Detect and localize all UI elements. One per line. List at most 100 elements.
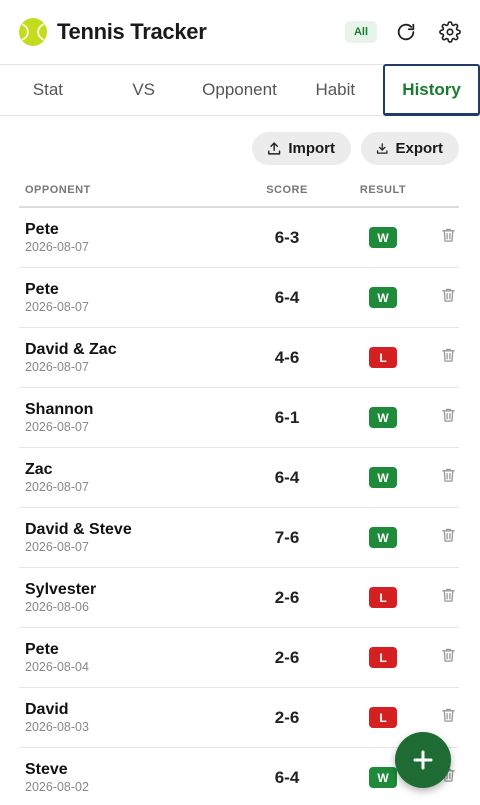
table-row[interactable]: Pete 2026-08-04 2-6 L <box>19 628 459 688</box>
table-body: Pete 2026-08-07 6-3 W Pete 2026-08-07 6-4 W Davi… <box>19 208 459 805</box>
tab-habit[interactable]: Habit <box>287 65 383 115</box>
history-table: OPPONENT SCORE RESULT Pete 2026-08-07 6-3 W… <box>19 184 459 805</box>
refresh-icon[interactable] <box>394 20 418 44</box>
match-score: 6-3 <box>274 227 300 247</box>
header-result: RESULT <box>359 184 407 196</box>
trash-icon[interactable] <box>441 227 456 248</box>
result-badge: W <box>369 287 397 308</box>
opponent-name: David & Steve <box>25 521 132 538</box>
delete-cell <box>439 587 459 608</box>
trash-icon[interactable] <box>441 587 456 608</box>
result-badge: W <box>369 527 397 548</box>
match-date: 2026-08-07 <box>25 420 89 434</box>
filter-badge[interactable]: All <box>344 21 377 43</box>
match-date: 2026-08-04 <box>25 660 89 674</box>
opponent-name: David <box>25 701 69 718</box>
opponent-name: Zac <box>25 461 53 478</box>
opponent-name: Pete <box>25 221 59 238</box>
tab-bar: Stat VS Opponent Habit History <box>0 64 480 116</box>
import-label: Import <box>288 140 335 157</box>
result-cell: W <box>327 227 439 248</box>
opponent-cell: Shannon 2026-08-07 <box>25 400 247 435</box>
match-date: 2026-08-07 <box>25 240 89 254</box>
match-score: 6-4 <box>274 767 300 787</box>
trash-icon[interactable] <box>441 527 456 548</box>
match-score: 6-4 <box>274 287 300 307</box>
gear-icon[interactable] <box>438 20 462 44</box>
result-cell: L <box>327 647 439 668</box>
result-cell: W <box>327 527 439 548</box>
match-date: 2026-08-07 <box>25 300 89 314</box>
tab-stat[interactable]: Stat <box>0 65 96 115</box>
result-badge: W <box>369 467 397 488</box>
trash-icon[interactable] <box>441 287 456 308</box>
delete-cell <box>439 527 459 548</box>
tab-history[interactable]: History <box>383 64 480 116</box>
match-score: 6-1 <box>274 407 300 427</box>
add-match-button[interactable] <box>395 732 451 788</box>
header-score: SCORE <box>266 184 308 196</box>
opponent-cell: Steve 2026-08-02 <box>25 760 247 795</box>
result-badge: W <box>369 407 397 428</box>
match-date: 2026-08-06 <box>25 600 89 614</box>
trash-icon[interactable] <box>441 347 456 368</box>
result-badge: L <box>369 587 397 608</box>
opponent-name: Shannon <box>25 401 94 418</box>
tennis-ball-icon <box>19 18 47 46</box>
table-row[interactable]: Shannon 2026-08-07 6-1 W <box>19 388 459 448</box>
table-row[interactable]: Pete 2026-08-07 6-4 W <box>19 268 459 328</box>
delete-cell <box>439 707 459 728</box>
export-button[interactable]: Export <box>361 132 459 165</box>
opponent-cell: David & Steve 2026-08-07 <box>25 520 247 555</box>
opponent-name: David & Zac <box>25 341 117 358</box>
header-opponent: OPPONENT <box>25 184 91 196</box>
delete-cell <box>439 227 459 248</box>
match-date: 2026-08-07 <box>25 360 89 374</box>
result-cell: L <box>327 587 439 608</box>
trash-icon[interactable] <box>441 467 456 488</box>
table-row[interactable]: Pete 2026-08-07 6-3 W <box>19 208 459 268</box>
opponent-cell: Pete 2026-08-07 <box>25 220 247 255</box>
export-label: Export <box>395 140 443 157</box>
trash-icon[interactable] <box>441 647 456 668</box>
result-cell: W <box>327 407 439 428</box>
delete-cell <box>439 647 459 668</box>
opponent-cell: David 2026-08-03 <box>25 700 247 735</box>
app-title: Tennis Tracker <box>57 19 207 44</box>
import-button[interactable]: Import <box>252 132 351 165</box>
table-row[interactable]: Sylvester 2026-08-06 2-6 L <box>19 568 459 628</box>
trash-icon[interactable] <box>441 407 456 428</box>
table-row[interactable]: David & Steve 2026-08-07 7-6 W <box>19 508 459 568</box>
delete-cell <box>439 467 459 488</box>
match-date: 2026-08-07 <box>25 480 89 494</box>
action-bar: Import Export <box>0 116 480 184</box>
table-row[interactable]: Zac 2026-08-07 6-4 W <box>19 448 459 508</box>
plus-icon <box>413 750 433 770</box>
table-row[interactable]: David & Zac 2026-08-07 4-6 L <box>19 328 459 388</box>
delete-cell <box>439 347 459 368</box>
tab-vs[interactable]: VS <box>96 65 192 115</box>
trash-icon[interactable] <box>441 707 456 728</box>
match-score: 2-6 <box>274 587 300 607</box>
result-cell: L <box>327 707 439 728</box>
match-score: 7-6 <box>274 527 300 547</box>
opponent-name: Steve <box>25 761 68 778</box>
match-score: 2-6 <box>274 707 300 727</box>
table-row[interactable]: Steve 2026-08-02 6-4 W <box>19 748 459 805</box>
opponent-cell: Pete 2026-08-04 <box>25 640 247 675</box>
match-date: 2026-08-07 <box>25 540 89 554</box>
delete-cell <box>439 407 459 428</box>
result-badge: W <box>369 767 397 788</box>
result-badge: L <box>369 707 397 728</box>
table-row[interactable]: David 2026-08-03 2-6 L <box>19 688 459 748</box>
tab-opponent[interactable]: Opponent <box>192 65 288 115</box>
result-badge: L <box>369 647 397 668</box>
match-score: 6-4 <box>274 467 300 487</box>
opponent-name: Pete <box>25 281 59 298</box>
result-cell: W <box>327 287 439 308</box>
opponent-cell: David & Zac 2026-08-07 <box>25 340 247 375</box>
opponent-cell: Pete 2026-08-07 <box>25 280 247 315</box>
match-score: 4-6 <box>274 347 300 367</box>
opponent-cell: Zac 2026-08-07 <box>25 460 247 495</box>
result-cell: W <box>327 467 439 488</box>
